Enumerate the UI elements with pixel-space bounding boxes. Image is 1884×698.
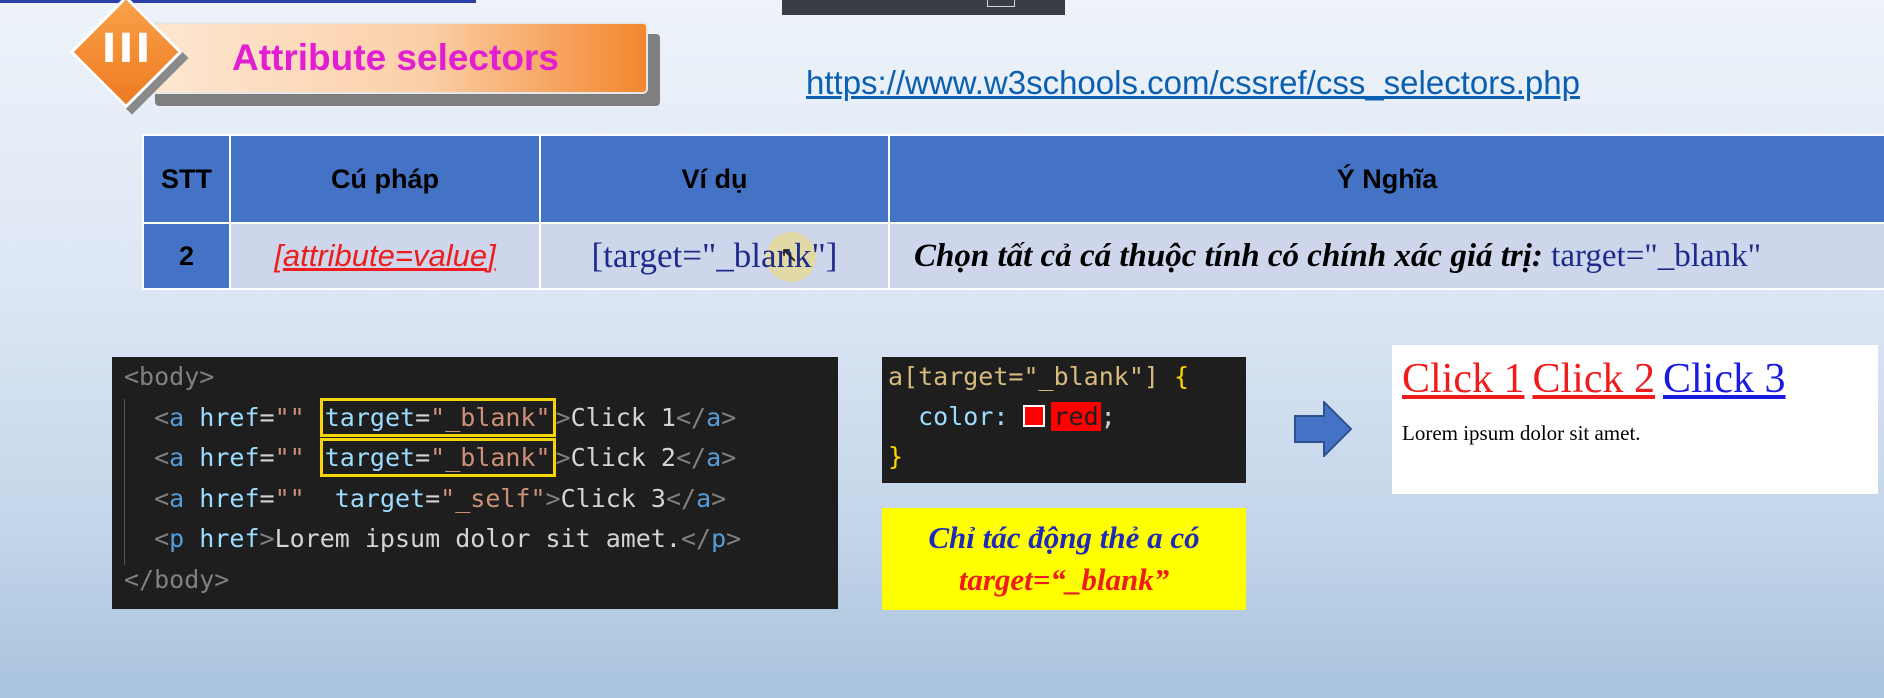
mouse-cursor-icon: ↖ xyxy=(780,242,799,267)
code-line-body-open: <body> xyxy=(124,357,838,398)
syntax-open-bracket: [ xyxy=(274,238,283,273)
right-arrow-icon xyxy=(1294,401,1352,457)
cell-example: [target="_blank"] ↖ xyxy=(539,222,890,290)
css-value: red xyxy=(1051,402,1101,431)
table-row: 2 [attribute=value] [target="_blank"] ↖ … xyxy=(142,222,1884,290)
header-example: Ví dụ xyxy=(539,134,890,224)
code-line-link-3: <a href="" target="_self">Click 3</a> xyxy=(154,483,727,513)
note-line-2: target=“_blank” xyxy=(958,562,1170,597)
page-title: Attribute selectors xyxy=(232,37,559,78)
result-link-3[interactable]: Click 3 xyxy=(1663,356,1786,402)
result-preview: Click 1 Click 2 Click 3 Lorem ipsum dolor … xyxy=(1392,345,1878,494)
meaning-text: Chọn tất cả cá thuộc tính có chính xác g… xyxy=(914,237,1543,274)
highlight-box-2: target="_blank" xyxy=(319,438,556,477)
link-3-text: Click 3 xyxy=(560,483,666,513)
css-code-panel: a[target="_blank"] { color: red; } xyxy=(882,357,1246,483)
paragraph-code-text: Lorem ipsum dolor sit amet. xyxy=(274,524,681,553)
body-open-tag: <body> xyxy=(124,362,215,391)
syntax-value: value xyxy=(413,238,488,273)
meaning-code: target="_blank" xyxy=(1551,237,1762,274)
w3schools-reference-link[interactable]: https://www.w3schools.com/cssref/css_sel… xyxy=(806,64,1580,102)
table-header-row: STT Cú pháp Ví dụ Ý Nghĩa xyxy=(142,134,1884,224)
code-line-body-close: </body> xyxy=(124,560,838,601)
section-number: III xyxy=(101,26,153,72)
link-2-text: Click 2 xyxy=(570,443,676,472)
html-code-panel: <body> <a href="" target="_blank" >Click … xyxy=(112,357,838,609)
color-swatch-icon xyxy=(1023,405,1046,427)
highlight-box-1: target="_blank" xyxy=(319,397,556,437)
syntax-close-bracket: ] xyxy=(487,238,496,273)
top-accent-bar xyxy=(0,0,476,3)
control-square-icon[interactable] xyxy=(987,0,1015,7)
selector-table: STT Cú pháp Ví dụ Ý Nghĩa 2 [attribute=v… xyxy=(142,134,1884,290)
link-1-text: Click 1 xyxy=(570,402,676,432)
video-control-bar[interactable] xyxy=(782,0,1065,15)
result-link-1[interactable]: Click 1 xyxy=(1402,356,1525,402)
note-line-1: Chỉ tác động thẻ a có xyxy=(928,520,1200,555)
code-line-paragraph: <p href>Lorem ipsum dolor sit amet.</p> xyxy=(154,524,742,553)
cell-syntax: [attribute=value] xyxy=(229,222,541,290)
header-meaning: Ý Nghĩa xyxy=(888,134,1884,224)
code-line-link-2: <a href="" target="_blank" >Click 2</a> xyxy=(124,438,838,479)
cell-stt: 2 xyxy=(142,222,231,290)
header-stt: STT xyxy=(142,134,231,224)
result-link-2[interactable]: Click 2 xyxy=(1533,356,1656,402)
result-paragraph: Lorem ipsum dolor sit amet. xyxy=(1402,421,1641,445)
syntax-attribute: attribute xyxy=(282,238,395,273)
body-close-tag: </body> xyxy=(124,564,230,594)
example-text: [target="_blank"] xyxy=(591,236,838,275)
css-selector: a[target="_blank"] xyxy=(888,362,1159,391)
css-property: color: xyxy=(918,402,1009,431)
code-line-link-1: <a href="" target="_blank" >Click 1</a> xyxy=(124,397,838,439)
cell-meaning: Chọn tất cả cá thuộc tính có chính xác g… xyxy=(888,222,1884,290)
syntax-equals: = xyxy=(394,238,413,273)
note-box: Chỉ tác động thẻ a có target=“_blank” xyxy=(882,508,1246,610)
result-links: Click 1 Click 2 Click 3 xyxy=(1402,355,1868,403)
header-syntax: Cú pháp xyxy=(229,134,541,224)
